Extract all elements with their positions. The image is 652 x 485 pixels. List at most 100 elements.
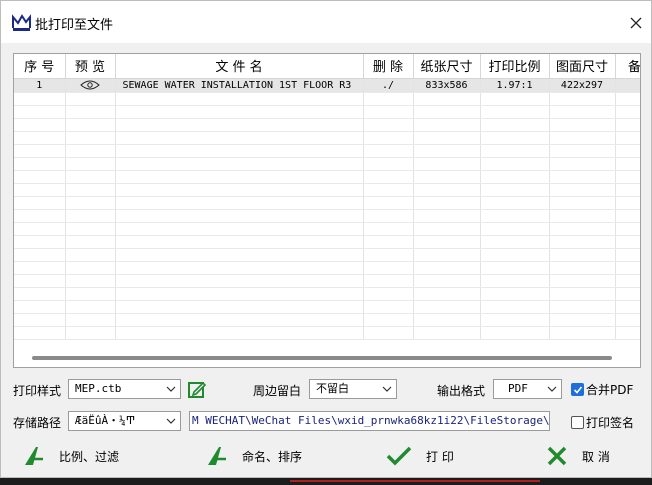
scale-filter-button[interactable]: 比例、过滤 xyxy=(23,443,119,469)
empty-cell xyxy=(615,196,640,210)
row-file-name: SEWAGE WATER INSTALLATION 1ST FLOOR R3 xyxy=(115,78,364,93)
empty-cell xyxy=(115,196,364,210)
empty-cell xyxy=(549,248,616,262)
output-format-label: 输出格式 xyxy=(437,384,486,398)
row-note xyxy=(615,78,640,93)
print-button[interactable]: 打 印 xyxy=(386,443,454,469)
column-header-delete[interactable]: 删 除 xyxy=(363,54,414,79)
row-preview-cell[interactable] xyxy=(65,78,116,93)
cancel-button[interactable]: 取 消 xyxy=(546,443,610,469)
empty-cell xyxy=(65,326,116,340)
empty-cell xyxy=(65,144,116,158)
file-list-grid[interactable]: 序 号 预 览 文 件 名 删 除 纸张尺寸 打印比例 图面尺寸 备 1 SEW… xyxy=(13,53,641,368)
empty-cell xyxy=(65,209,116,223)
print-label: 打 印 xyxy=(426,449,454,464)
naming-sort-button[interactable]: 命名、排序 xyxy=(206,443,302,469)
empty-cell xyxy=(14,313,66,327)
empty-cell xyxy=(480,248,550,262)
empty-cell xyxy=(14,105,66,119)
empty-cell xyxy=(14,157,66,171)
empty-cell xyxy=(65,157,116,171)
storage-path-combo-value: ÆäËûÀ・¼Ͳ xyxy=(75,414,136,427)
empty-cell xyxy=(480,287,550,301)
table-row[interactable]: 1 SEWAGE WATER INSTALLATION 1ST FLOOR R3… xyxy=(14,78,640,93)
chevron-down-icon xyxy=(166,386,176,392)
empty-cell xyxy=(363,196,414,210)
empty-cell xyxy=(115,118,364,132)
empty-cell xyxy=(14,326,66,340)
empty-row xyxy=(14,118,640,132)
empty-row xyxy=(14,144,640,158)
empty-cell xyxy=(480,118,550,132)
chevron-down-icon xyxy=(382,386,392,392)
storage-path-select[interactable]: ÆäËûÀ・¼Ͳ xyxy=(68,411,181,431)
print-style-select[interactable]: MEP.ctb xyxy=(68,379,181,399)
print-signature-label: 打印签名 xyxy=(586,416,635,430)
empty-cell xyxy=(14,209,66,223)
empty-cell xyxy=(615,131,640,145)
empty-cell xyxy=(549,235,616,249)
horizontal-scrollbar[interactable] xyxy=(32,356,612,360)
empty-cell xyxy=(549,105,616,119)
storage-path-label: 存储路径 xyxy=(13,416,62,430)
empty-cell xyxy=(65,196,116,210)
empty-cell xyxy=(363,261,414,275)
empty-cell xyxy=(413,274,481,288)
column-header-paper-size[interactable]: 纸张尺寸 xyxy=(413,54,481,79)
empty-cell xyxy=(549,170,616,184)
empty-cell xyxy=(14,261,66,275)
margin-select[interactable]: 不留白 xyxy=(309,379,397,399)
empty-cell xyxy=(363,235,414,249)
empty-rows xyxy=(14,92,640,340)
empty-cell xyxy=(115,92,364,106)
empty-cell xyxy=(363,144,414,158)
storage-path-input[interactable]: M WECHAT\WeChat Files\wxid_prnwka68kz1i2… xyxy=(189,411,550,431)
column-header-preview[interactable]: 预 览 xyxy=(65,54,116,79)
output-format-select[interactable]: PDF xyxy=(493,379,562,399)
empty-cell xyxy=(413,170,481,184)
column-header-scale[interactable]: 打印比例 xyxy=(480,54,550,79)
empty-cell xyxy=(65,313,116,327)
empty-cell xyxy=(615,170,640,184)
empty-cell xyxy=(65,105,116,119)
empty-cell xyxy=(615,157,640,171)
empty-cell xyxy=(413,105,481,119)
empty-cell xyxy=(549,131,616,145)
empty-cell xyxy=(115,144,364,158)
column-header-file-name[interactable]: 文 件 名 xyxy=(115,54,364,79)
cancel-label: 取 消 xyxy=(582,449,610,464)
empty-cell xyxy=(65,183,116,197)
empty-cell xyxy=(363,92,414,106)
column-header-drawing-size[interactable]: 图面尺寸 xyxy=(549,54,616,79)
empty-row xyxy=(14,105,640,119)
row-scale: 1.97:1 xyxy=(480,78,550,93)
print-signature-checkbox[interactable]: 打印签名 xyxy=(571,414,634,431)
empty-cell xyxy=(480,196,550,210)
empty-cell xyxy=(549,157,616,171)
empty-cell xyxy=(14,300,66,314)
eye-icon[interactable] xyxy=(80,80,100,90)
empty-cell xyxy=(14,287,66,301)
empty-cell xyxy=(65,261,116,275)
empty-cell xyxy=(549,144,616,158)
column-header-note[interactable]: 备 xyxy=(615,54,640,79)
empty-cell xyxy=(413,248,481,262)
empty-cell xyxy=(480,209,550,223)
empty-cell xyxy=(413,131,481,145)
edit-style-button[interactable] xyxy=(187,380,207,400)
close-button[interactable] xyxy=(623,10,649,36)
row-delete-mark[interactable]: ./ xyxy=(363,78,414,93)
print-style-value: MEP.ctb xyxy=(75,382,122,395)
empty-cell xyxy=(65,92,116,106)
empty-cell xyxy=(480,157,550,171)
empty-cell xyxy=(480,170,550,184)
empty-cell xyxy=(115,248,364,262)
empty-row xyxy=(14,300,640,314)
column-header-index[interactable]: 序 号 xyxy=(14,54,66,79)
empty-cell xyxy=(480,326,550,340)
empty-cell xyxy=(65,300,116,314)
empty-cell xyxy=(115,183,364,197)
empty-cell xyxy=(115,287,364,301)
merge-pdf-checkbox[interactable]: 合并PDF xyxy=(571,381,633,398)
margin-value: 不留白 xyxy=(316,382,349,395)
